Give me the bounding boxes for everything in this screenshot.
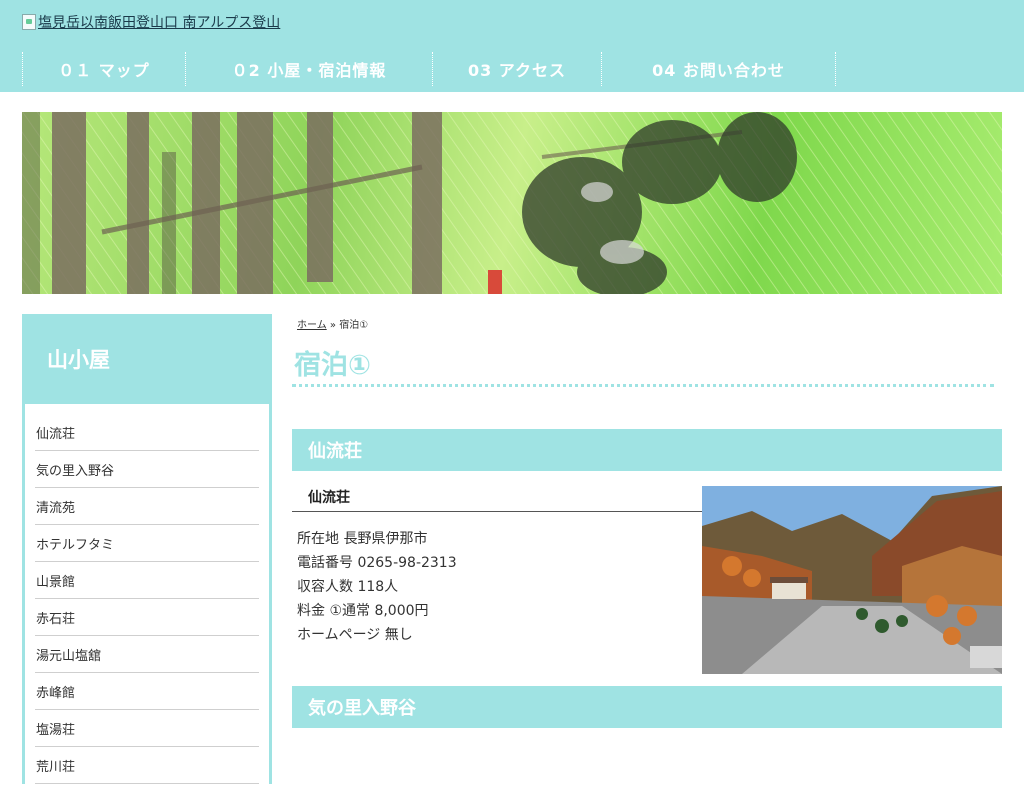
site-logo-link[interactable]: 塩見岳以南飯田登山口 南アルプス登山 (22, 12, 280, 32)
hero-forest-graphic (22, 112, 1002, 294)
lodge-card-senryuso: 仙流荘 所在地 長野県伊那市 電話番号 0265-98-2313 収容人数 11… (292, 486, 1002, 676)
hero-forest-image (22, 112, 1002, 294)
lodge-capacity: 収容人数 118人 (297, 579, 399, 595)
lodge-photo-senryuso (702, 486, 1002, 674)
lodge-price: 料金 ①通常 8,000円 (297, 603, 429, 619)
sidebar-item-akaishiso[interactable]: 赤石荘 (35, 599, 259, 636)
section-heading-senryuso: 仙流荘 (292, 429, 1002, 471)
sidebar-item-seiryuen[interactable]: 清流苑 (35, 488, 259, 525)
sidebar-item-hotel-futami[interactable]: ホテルフタミ (35, 525, 259, 562)
lodge-phone: 電話番号 0265-98-2313 (297, 555, 457, 571)
sidebar-item-akamine-kan[interactable]: 赤峰館 (35, 673, 259, 710)
nav-item-access[interactable]: 03 アクセス (433, 50, 601, 88)
sidebar-item-yumoto-yamashiokan[interactable]: 湯元山塩舘 (35, 636, 259, 673)
sidebar-item-senryuso[interactable]: 仙流荘 (35, 414, 259, 451)
sidebar-item-arakawaso[interactable]: 荒川荘 (35, 747, 259, 784)
breadcrumb-separator: » (329, 320, 337, 331)
nav-item-contact[interactable]: 04 お問い合わせ (602, 50, 835, 88)
site-logo-alt-text: 塩見岳以南飯田登山口 南アルプス登山 (38, 15, 281, 31)
nav-item-lodging[interactable]: ０2 小屋・宿泊情報 (186, 50, 432, 88)
broken-image-icon (22, 14, 36, 30)
sidebar-item-shioyuso[interactable]: 塩湯荘 (35, 710, 259, 747)
breadcrumb: ホーム » 宿泊① (292, 314, 1002, 331)
lodge-homepage: ホームページ 無し (297, 627, 413, 643)
nav-divider (835, 52, 836, 86)
lodge-info: 所在地 長野県伊那市 電話番号 0265-98-2313 収容人数 118人 料… (297, 527, 457, 647)
page-title: 宿泊① (292, 349, 994, 387)
lodge-address: 所在地 長野県伊那市 (297, 531, 428, 547)
breadcrumb-current: 宿泊① (339, 320, 369, 331)
sidebar-item-sankeikan[interactable]: 山景館 (35, 562, 259, 599)
nav-item-map[interactable]: ０１ マップ (23, 50, 185, 88)
sidebar: 山小屋 仙流荘 気の里入野谷 清流苑 ホテルフタミ 山景館 赤石荘 湯元山塩舘 … (22, 314, 272, 804)
main-content: ホーム » 宿泊① 宿泊① 仙流荘 仙流荘 所在地 長野県伊那市 電話番号 02… (292, 314, 1002, 728)
breadcrumb-home-link[interactable]: ホーム (297, 320, 327, 331)
global-nav: ０１ マップ ０2 小屋・宿泊情報 03 アクセス 04 お問い合わせ (22, 50, 836, 88)
sidebar-lodge-list: 仙流荘 気の里入野谷 清流苑 ホテルフタミ 山景館 赤石荘 湯元山塩舘 赤峰館 … (25, 404, 269, 804)
sidebar-item-kinosato-irinoya[interactable]: 気の里入野谷 (35, 451, 259, 488)
site-header: 塩見岳以南飯田登山口 南アルプス登山 ０１ マップ ０2 小屋・宿泊情報 03 … (0, 0, 1024, 92)
sidebar-title: 山小屋 (47, 348, 110, 372)
mountain-valley-photo (702, 486, 1002, 674)
section-heading-kinosato-irinoya: 気の里入野谷 (292, 686, 1002, 728)
lodge-name: 仙流荘 (292, 486, 702, 512)
